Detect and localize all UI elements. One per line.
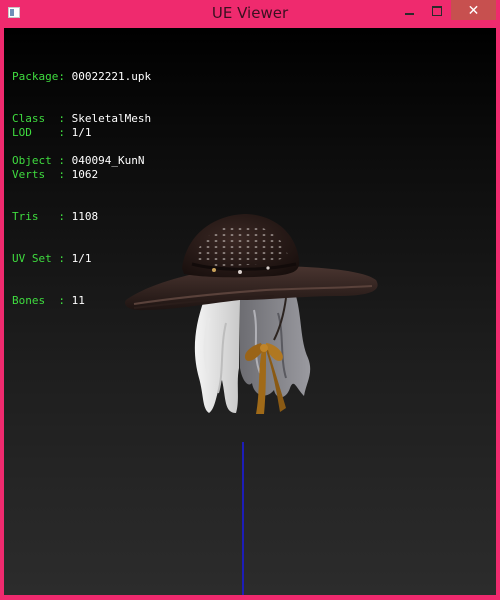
hat-crown <box>182 214 300 278</box>
close-button[interactable]: ✕ <box>451 0 496 20</box>
minimize-icon <box>405 13 414 15</box>
minimize-button[interactable] <box>396 0 422 20</box>
maximize-icon <box>432 6 442 16</box>
title-bar[interactable]: UE Viewer ✕ <box>0 0 500 27</box>
3d-viewport[interactable]: Package: 00022221.upk Class : SkeletalMe… <box>4 28 496 595</box>
ue-viewer-window: UE Viewer ✕ Package: 00022221.upk Class … <box>0 0 500 600</box>
skeletal-mesh-model[interactable] <box>4 28 496 595</box>
close-icon: ✕ <box>467 3 480 19</box>
maximize-button[interactable] <box>424 0 450 20</box>
hair-white-strands <box>194 300 240 413</box>
